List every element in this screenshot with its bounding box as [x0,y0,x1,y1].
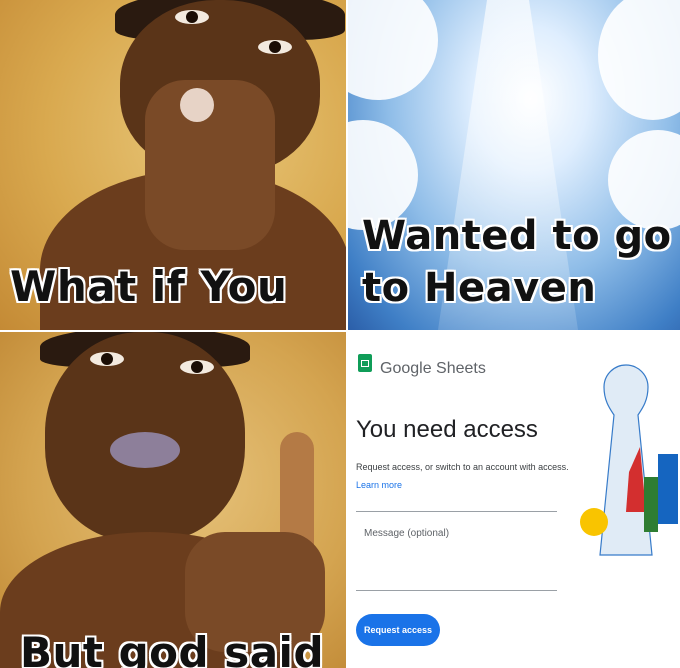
sheets-logo-icon [358,354,372,372]
keyhole-illustration [580,364,678,556]
left-eye [90,352,124,366]
meme-panel-what-if-you: What if You [0,0,346,330]
caption-to-heaven: to Heaven [362,265,597,311]
brand-name: Google Sheets [380,360,486,377]
mouth [110,432,180,468]
caption-but-god-said: But god said [20,628,325,668]
caption-wanted-to-go: Wanted to go [362,213,672,259]
learn-more-link[interactable]: Learn more [356,480,402,490]
blue-block [658,454,678,524]
message-placeholder: Message (optional) [364,528,450,539]
meme-panel-but-god-said: But god said [0,332,346,668]
message-field[interactable]: Message (optional) [356,511,557,591]
cloud [348,0,438,100]
meme-panel-heaven: Wanted to go to Heaven [348,0,680,330]
access-description: Request access, or switch to an account … [356,462,569,472]
right-eye [258,40,292,54]
page-title: You need access [356,416,538,443]
caption-what-if-you: What if You [10,262,288,311]
request-access-button[interactable]: Request access [356,614,440,646]
green-cylinder [644,477,658,532]
fingertip [180,88,214,122]
right-eye [180,360,214,374]
yellow-ball [580,508,608,536]
cloud [598,0,680,120]
left-eye [175,10,209,24]
google-sheets-access-panel: Google Sheets You need access Request ac… [348,332,680,668]
